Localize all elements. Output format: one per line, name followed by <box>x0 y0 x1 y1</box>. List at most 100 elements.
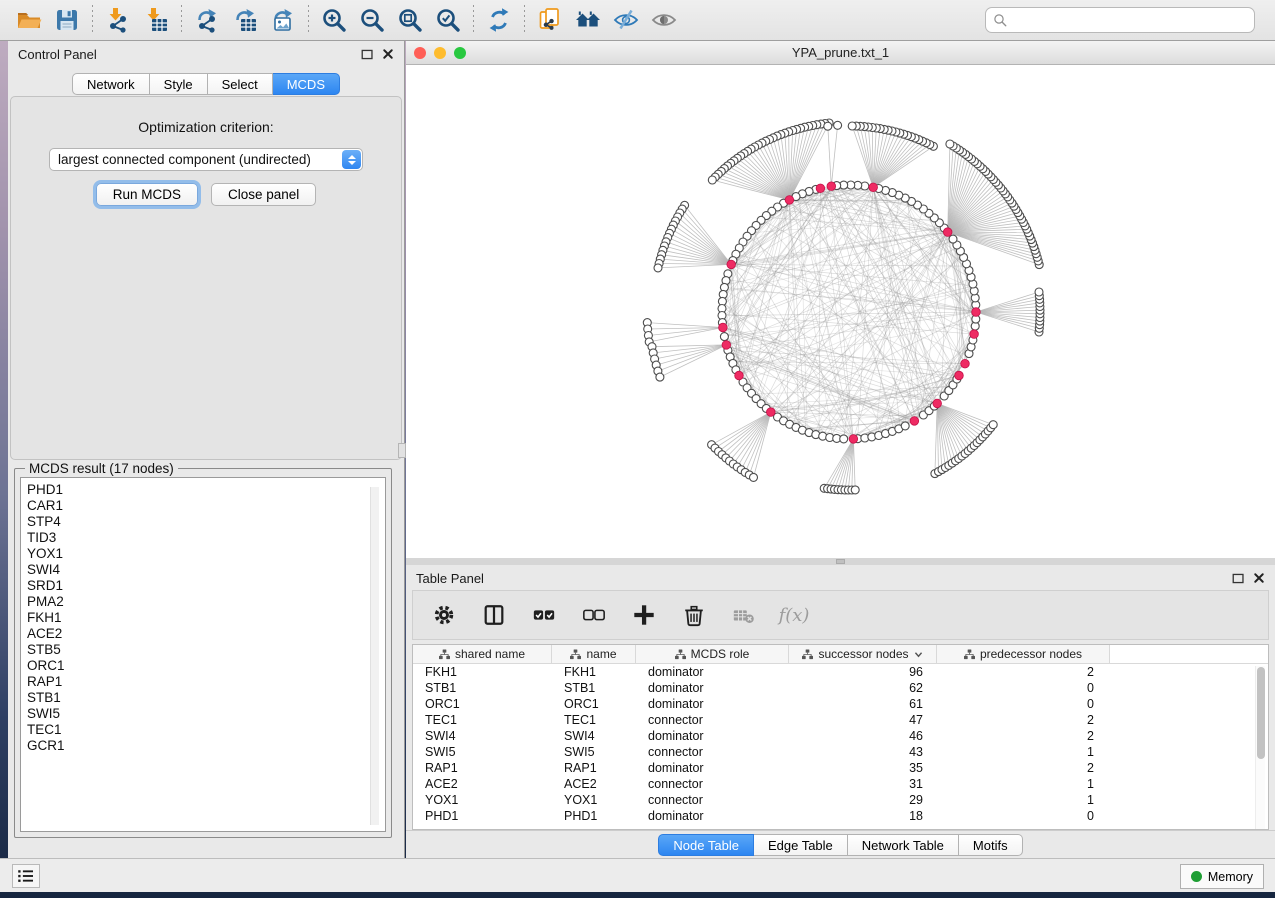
mcds-result-item[interactable]: STB5 <box>27 642 385 658</box>
mcds-result-item[interactable]: TID3 <box>27 530 385 546</box>
graph-node[interactable] <box>949 235 957 243</box>
task-history-button[interactable] <box>12 864 40 888</box>
network-overview-button[interactable] <box>571 4 605 36</box>
graph-hub-node[interactable] <box>727 260 736 269</box>
zoom-out-button[interactable] <box>355 4 389 36</box>
tab-style[interactable]: Style <box>150 73 208 95</box>
refresh-button[interactable] <box>482 4 516 36</box>
float-panel-icon[interactable] <box>361 48 374 61</box>
export-network-button[interactable] <box>190 4 224 36</box>
network-canvas[interactable] <box>406 65 1275 558</box>
criterion-dropdown[interactable]: largest connected component (undirected) <box>49 148 363 171</box>
float-panel-icon[interactable] <box>1232 572 1245 585</box>
graph-leaf-node[interactable] <box>1035 288 1043 296</box>
graph-leaf-node[interactable] <box>708 176 716 184</box>
table-row[interactable]: YOX1YOX1connector291 <box>413 792 1268 808</box>
import-network-button[interactable] <box>101 4 135 36</box>
table-scrollbar-thumb[interactable] <box>1257 667 1265 759</box>
open-session-button[interactable] <box>12 4 46 36</box>
mcds-result-item[interactable]: ORC1 <box>27 658 385 674</box>
horizontal-splitter[interactable] <box>406 558 1275 565</box>
mcds-result-item[interactable]: TEC1 <box>27 722 385 738</box>
table-row[interactable]: SWI5SWI5connector431 <box>413 744 1268 760</box>
filter-chevron-icon[interactable] <box>914 651 923 658</box>
mcds-result-item[interactable]: SWI5 <box>27 706 385 722</box>
network-view-titlebar[interactable]: YPA_prune.txt_1 <box>406 41 1275 65</box>
mcds-result-item[interactable]: FKH1 <box>27 610 385 626</box>
graph-hub-node[interactable] <box>970 330 979 339</box>
graph-hub-node[interactable] <box>933 399 942 408</box>
zoom-fit-button[interactable] <box>393 4 427 36</box>
mcds-result-item[interactable]: SWI4 <box>27 562 385 578</box>
split-columns-button[interactable] <box>479 598 509 632</box>
search-input[interactable] <box>1013 10 1254 30</box>
graph-hub-node[interactable] <box>955 371 964 380</box>
graph-leaf-node[interactable] <box>656 373 664 381</box>
mcds-result-item[interactable]: PMA2 <box>27 594 385 610</box>
graph-hub-node[interactable] <box>827 182 836 191</box>
zoom-selected-button[interactable] <box>431 4 465 36</box>
column-header-name[interactable]: name <box>552 645 636 663</box>
mcds-result-item[interactable]: YOX1 <box>27 546 385 562</box>
table-row[interactable]: PHD1PHD1dominator180 <box>413 808 1268 824</box>
column-header-successor-nodes[interactable]: successor nodes <box>789 645 937 663</box>
save-session-button[interactable] <box>50 4 84 36</box>
graph-node[interactable] <box>840 435 848 443</box>
graph-leaf-node[interactable] <box>654 264 662 272</box>
table-row[interactable]: STB1STB1dominator620 <box>413 680 1268 696</box>
select-all-rows-button[interactable] <box>529 598 559 632</box>
deselect-all-rows-button[interactable] <box>579 598 609 632</box>
table-row[interactable]: RAP1RAP1dominator352 <box>413 760 1268 776</box>
graph-leaf-node[interactable] <box>834 121 842 129</box>
graph-leaf-node[interactable] <box>848 122 856 130</box>
column-header-predecessor-nodes[interactable]: predecessor nodes <box>937 645 1110 663</box>
tab-network[interactable]: Network <box>72 73 150 95</box>
tab-mcds[interactable]: MCDS <box>273 73 340 95</box>
mcds-result-item[interactable]: STP4 <box>27 514 385 530</box>
mcds-result-item[interactable]: CAR1 <box>27 498 385 514</box>
graph-hub-node[interactable] <box>816 184 825 193</box>
graph-hub-node[interactable] <box>961 359 970 368</box>
graph-hub-node[interactable] <box>785 196 794 205</box>
mcds-result-item[interactable]: RAP1 <box>27 674 385 690</box>
graph-hub-node[interactable] <box>910 417 919 426</box>
column-header-MCDS-role[interactable]: MCDS role <box>636 645 789 663</box>
import-table-button[interactable] <box>139 4 173 36</box>
table-row[interactable]: TEC1TEC1connector472 <box>413 712 1268 728</box>
tab-select[interactable]: Select <box>208 73 273 95</box>
table-tab-node-table[interactable]: Node Table <box>658 834 754 856</box>
horizontal-splitter-grip[interactable] <box>836 559 845 564</box>
graph-leaf-node[interactable] <box>946 140 954 148</box>
table-row[interactable]: SWI4SWI4dominator462 <box>413 728 1268 744</box>
graph-leaf-node[interactable] <box>750 473 758 481</box>
export-image-button[interactable] <box>266 4 300 36</box>
graph-leaf-node[interactable] <box>824 122 832 130</box>
table-tab-edge-table[interactable]: Edge Table <box>754 834 848 856</box>
graph-hub-node[interactable] <box>869 183 878 192</box>
show-panels-button[interactable] <box>647 4 681 36</box>
graph-leaf-node[interactable] <box>851 486 859 494</box>
mcds-list-scrollbar[interactable] <box>370 487 379 825</box>
table-row[interactable]: ORC1ORC1dominator610 <box>413 696 1268 712</box>
column-header-shared-name[interactable]: shared name <box>413 645 552 663</box>
close-panel-button[interactable]: Close panel <box>211 183 316 206</box>
mcds-result-item[interactable]: PHD1 <box>27 482 385 498</box>
run-mcds-button[interactable]: Run MCDS <box>96 183 198 206</box>
add-column-button[interactable] <box>629 598 659 632</box>
graph-leaf-node[interactable] <box>989 421 997 429</box>
settings-gear-button[interactable] <box>429 598 459 632</box>
vertical-splitter-grip[interactable] <box>398 443 406 458</box>
graph-hub-node[interactable] <box>719 323 728 332</box>
graph-hub-node[interactable] <box>722 341 731 350</box>
memory-button[interactable]: Memory <box>1180 864 1264 889</box>
graph-hub-node[interactable] <box>735 371 744 380</box>
hide-panels-button[interactable] <box>609 4 643 36</box>
graph-node[interactable] <box>901 422 909 430</box>
mcds-result-item[interactable]: SRD1 <box>27 578 385 594</box>
mcds-result-list[interactable]: PHD1CAR1STP4TID3YOX1SWI4SRD1PMA2FKH1ACE2… <box>20 477 386 832</box>
table-scrollbar[interactable] <box>1255 666 1265 830</box>
mcds-result-item[interactable]: ACE2 <box>27 626 385 642</box>
close-panel-icon[interactable] <box>382 48 394 60</box>
graph-hub-node[interactable] <box>767 408 776 417</box>
graph-hub-node[interactable] <box>849 435 858 444</box>
